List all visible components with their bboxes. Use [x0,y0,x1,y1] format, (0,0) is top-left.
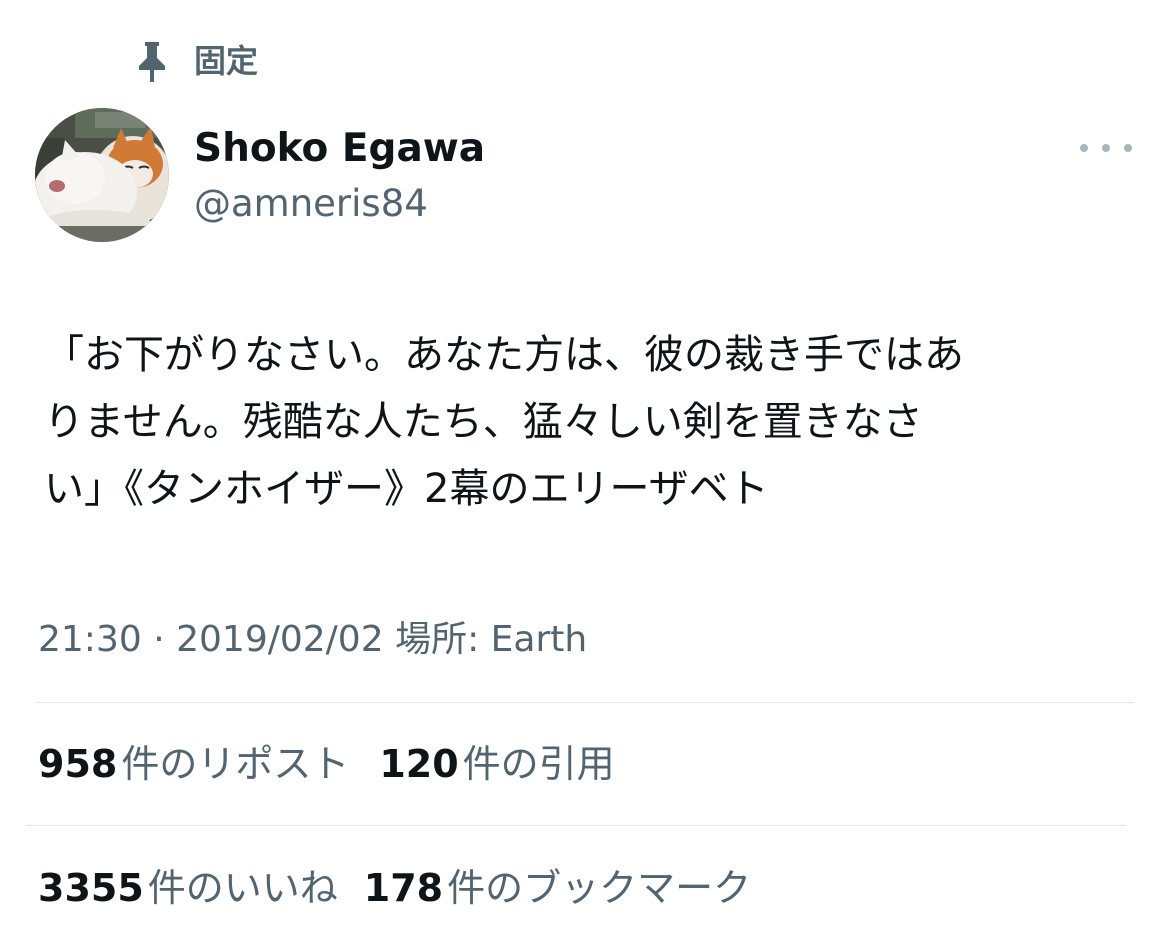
quotes-count: 120 [379,742,459,786]
likes-stat[interactable]: 3355 件のいいね [38,860,338,916]
reposts-label: 件のリポスト [121,742,350,786]
pin-icon [136,40,168,82]
tweet-text-line: い」《タンホイザー》2幕のエリーザベト [44,466,769,512]
pinned-indicator: 固定 [136,38,258,84]
reposts-stat[interactable]: 958 件のリポスト [38,736,349,792]
tweet-meta: 21:30 · 2019/02/02 場所: Earth [38,612,587,668]
tweet-text-line: 「お下がりなさい。あなた方は、彼の裁き手ではあ [44,332,964,378]
tweet-text-line: りません。残酷な人たち、猛々しい剣を置きなさ [44,399,923,445]
tweet-time[interactable]: 21:30 [38,612,142,668]
bookmarks-stat[interactable]: 178 件のブックマーク [364,860,751,916]
tweet-date[interactable]: 2019/02/02 [176,612,384,668]
stats-row-reposts-quotes: 958 件のリポスト 120 件の引用 [38,736,615,792]
divider [26,825,1126,826]
pinned-label: 固定 [194,42,259,80]
quotes-label: 件の引用 [462,742,615,786]
quotes-stat[interactable]: 120 件の引用 [379,736,614,792]
tweet-location: Earth [490,619,588,660]
more-horizontal-icon [1080,144,1088,152]
divider [36,702,1134,703]
more-options-button[interactable] [1080,132,1132,164]
author-display-name[interactable]: Shoko Egawa [194,124,485,174]
meta-separator: · [153,619,165,660]
likes-count: 3355 [38,866,144,910]
bookmarks-label: 件のブックマーク [447,866,752,910]
tweet-text: 「お下がりなさい。あなた方は、彼の裁き手ではあ りません。残酷な人たち、猛々しい剣… [44,322,1144,523]
avatar[interactable] [35,108,169,242]
author-handle[interactable]: @amneris84 [194,180,428,228]
more-horizontal-icon-dot [1124,144,1132,152]
more-horizontal-icon-dot [1102,144,1110,152]
reposts-count: 958 [38,742,118,786]
likes-label: 件のいいね [147,866,338,910]
bookmarks-count: 178 [363,866,444,910]
stats-row-likes-bookmarks: 3355 件のいいね 178 件のブックマーク [38,860,751,916]
location-label: 場所: [395,619,480,660]
